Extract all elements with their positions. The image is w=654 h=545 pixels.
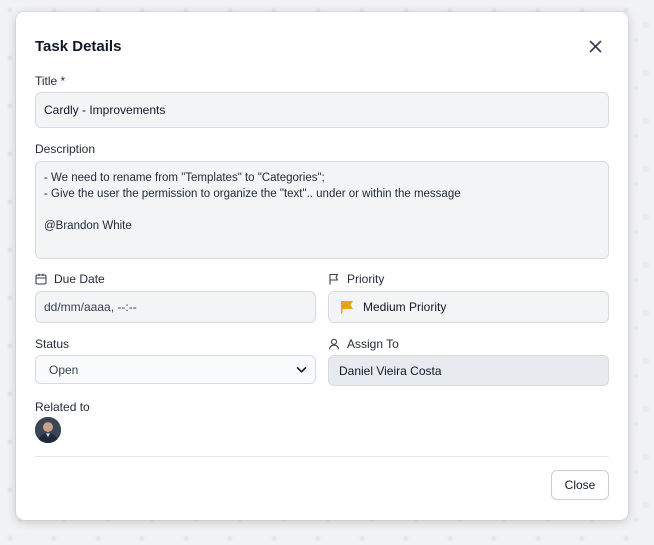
related-to-label: Related to bbox=[35, 400, 90, 414]
flag-icon bbox=[329, 273, 339, 285]
assign-to-value: Daniel Vieira Costa bbox=[339, 363, 442, 378]
close-icon[interactable] bbox=[586, 37, 604, 55]
priority-label-text: Priority bbox=[347, 272, 385, 286]
dialog-title: Task Details bbox=[35, 38, 122, 55]
due-date-label: Due Date bbox=[35, 272, 105, 286]
close-button[interactable]: Close bbox=[551, 470, 609, 500]
related-to-label-text: Related to bbox=[35, 400, 90, 414]
priority-flag-icon bbox=[341, 301, 353, 314]
chevron-down-icon bbox=[296, 366, 307, 373]
assign-to-field[interactable]: Daniel Vieira Costa bbox=[328, 355, 609, 386]
calendar-icon bbox=[35, 273, 47, 285]
user-icon bbox=[328, 338, 340, 350]
title-input[interactable]: Cardly - Improvements bbox=[35, 92, 609, 128]
title-input-value: Cardly - Improvements bbox=[44, 103, 166, 117]
footer-divider bbox=[35, 456, 609, 457]
description-label: Description bbox=[35, 142, 95, 156]
related-person-avatar[interactable] bbox=[35, 417, 61, 443]
description-textarea[interactable]: - We need to rename from "Templates" to … bbox=[35, 161, 609, 259]
status-label: Status bbox=[35, 337, 69, 351]
task-details-dialog: Task Details Title * Cardly - Improvemen… bbox=[16, 12, 628, 520]
priority-select[interactable]: Medium Priority bbox=[328, 291, 609, 323]
priority-label: Priority bbox=[328, 272, 384, 286]
status-label-text: Status bbox=[35, 337, 70, 351]
assign-to-label: Assign To bbox=[328, 337, 399, 351]
assign-to-label-text: Assign To bbox=[347, 337, 399, 351]
due-date-input-value: dd/mm/aaaa, --:-- bbox=[44, 300, 137, 314]
status-select[interactable]: Open bbox=[35, 355, 316, 384]
description-label-text: Description bbox=[35, 142, 96, 156]
status-value: Open bbox=[49, 362, 79, 377]
due-date-label-text: Due Date bbox=[54, 272, 105, 286]
due-date-input[interactable]: dd/mm/aaaa, --:-- bbox=[35, 291, 316, 323]
title-label-text: Title * bbox=[35, 74, 66, 88]
title-label: Title * bbox=[35, 74, 65, 88]
priority-value: Medium Priority bbox=[363, 300, 447, 314]
